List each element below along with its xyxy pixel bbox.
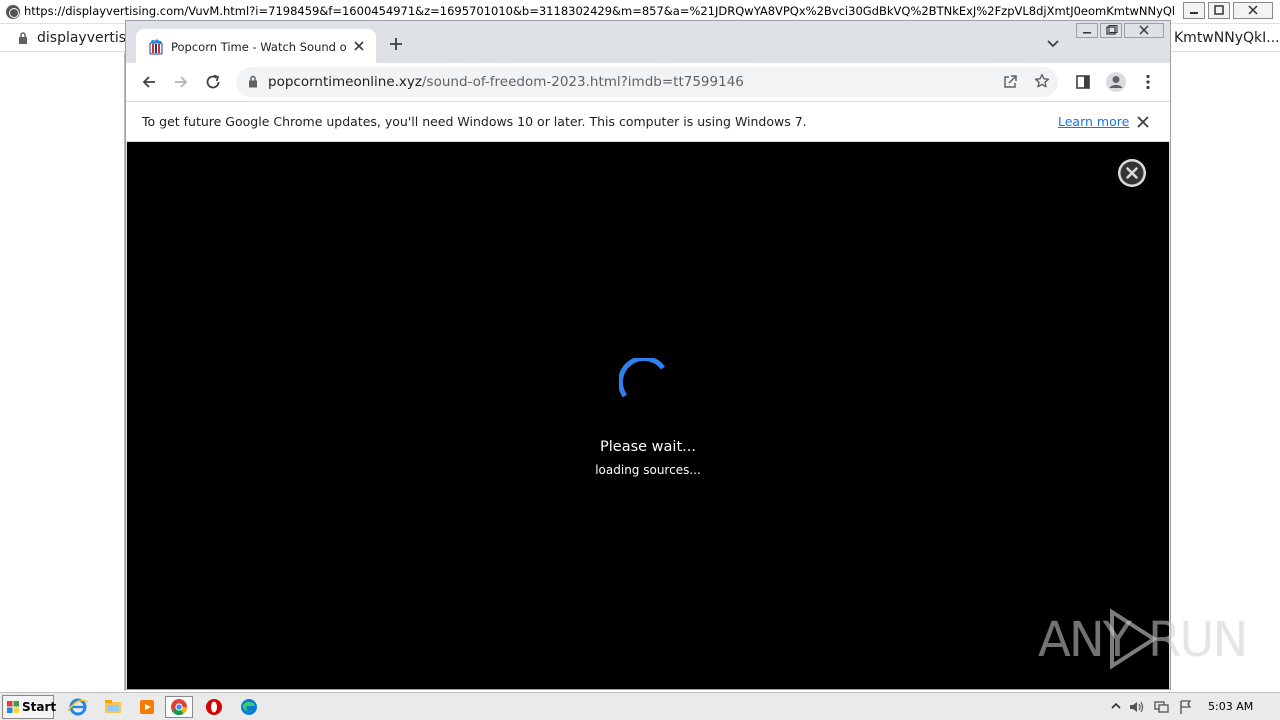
close-icon[interactable] — [352, 39, 366, 53]
page-content: Please wait... loading sources... — [127, 142, 1169, 689]
lock-icon — [19, 32, 27, 44]
internet-explorer-icon — [67, 698, 89, 716]
omnibox-url: popcorntimeonline.xyz/sound-of-freedom-2… — [268, 74, 744, 90]
network-icon[interactable] — [1153, 699, 1171, 715]
taskbar-explorer[interactable] — [99, 696, 127, 718]
forward-icon[interactable] — [172, 73, 190, 91]
system-tray — [1108, 693, 1280, 720]
popup-browser-window: Popcorn Time - Watch Sound of Freedom 20… — [125, 20, 1171, 690]
browser-toolbar: popcorntimeonline.xyz/sound-of-freedom-2… — [126, 63, 1170, 101]
popup-minimize-button[interactable] — [1076, 23, 1098, 38]
taskbar-edge[interactable] — [235, 696, 263, 718]
windows-logo-icon — [7, 701, 19, 713]
omnibox[interactable]: popcorntimeonline.xyz/sound-of-freedom-2… — [236, 67, 1058, 97]
lock-icon[interactable] — [248, 75, 258, 88]
taskbar-media-player[interactable] — [133, 696, 161, 718]
tab-title: Popcorn Time - Watch Sound of Freedom 20… — [171, 40, 346, 54]
chevron-down-icon[interactable] — [1046, 39, 1060, 49]
omnibox-host: popcorntimeonline.xyz — [268, 74, 422, 90]
omnibox-path: /sound-of-freedom-2023.html?imdb=tt75991… — [421, 74, 744, 90]
outer-address-bar[interactable]: displayvertising — [0, 24, 148, 52]
taskbar-clock: 5:03 AM — [1208, 700, 1254, 713]
learn-more-link[interactable]: Learn more — [1058, 114, 1129, 129]
globe-icon — [6, 5, 20, 19]
star-icon[interactable] — [1034, 73, 1050, 89]
taskbar-ie[interactable] — [64, 696, 92, 718]
folder-icon — [105, 700, 121, 713]
loading-title: Please wait... — [600, 439, 696, 455]
volume-icon[interactable] — [1128, 699, 1146, 715]
media-player-icon — [140, 700, 154, 714]
outer-address-bar-right: KmtwNNyQkI... — [1172, 24, 1280, 52]
opera-icon — [206, 699, 222, 715]
popup-maximize-button[interactable] — [1100, 23, 1122, 38]
taskbar-chrome[interactable] — [165, 696, 193, 718]
plus-icon[interactable] — [388, 36, 404, 52]
chevron-up-icon[interactable] — [1111, 701, 1121, 711]
share-icon[interactable] — [1002, 74, 1018, 90]
taskbar: Start 5:03 AM — [0, 692, 1280, 720]
outer-window-title: https://displayvertising.com/VuvM.html?i… — [24, 4, 1174, 18]
sidepanel-icon[interactable] — [1074, 73, 1092, 91]
outer-window-body — [0, 53, 125, 691]
edge-icon — [241, 699, 257, 715]
outer-address-text-right: KmtwNNyQkI... — [1174, 30, 1280, 46]
outer-close-button[interactable] — [1233, 2, 1273, 19]
tab-popcorn-time[interactable]: Popcorn Time - Watch Sound of Freedom 20… — [136, 29, 376, 63]
taskbar-opera[interactable] — [200, 696, 228, 718]
loading-subtitle: loading sources... — [595, 463, 701, 477]
start-label: Start — [22, 700, 57, 714]
popup-close-button[interactable] — [1124, 23, 1164, 38]
outer-maximize-button[interactable] — [1208, 2, 1230, 19]
profile-icon[interactable] — [1105, 71, 1127, 93]
tab-strip: Popcorn Time - Watch Sound of Freedom 20… — [126, 21, 1170, 63]
reload-icon[interactable] — [204, 73, 222, 91]
chrome-icon — [171, 699, 187, 716]
start-button[interactable]: Start — [2, 695, 57, 719]
back-icon[interactable] — [140, 73, 158, 91]
infobar-message: To get future Google Chrome updates, you… — [142, 114, 807, 129]
close-icon[interactable] — [1118, 159, 1146, 187]
chrome-update-infobar: To get future Google Chrome updates, you… — [126, 101, 1170, 142]
spinner-icon — [619, 358, 666, 398]
anyrun-watermark: ANY RUN — [1038, 606, 1248, 676]
watermark-text-right: RUN — [1148, 612, 1248, 668]
close-icon[interactable] — [1136, 115, 1150, 129]
menu-icon[interactable] — [1139, 73, 1157, 91]
popcorn-favicon-icon — [149, 39, 163, 55]
outer-minimize-button[interactable] — [1183, 2, 1205, 19]
flag-icon[interactable] — [1178, 699, 1194, 715]
